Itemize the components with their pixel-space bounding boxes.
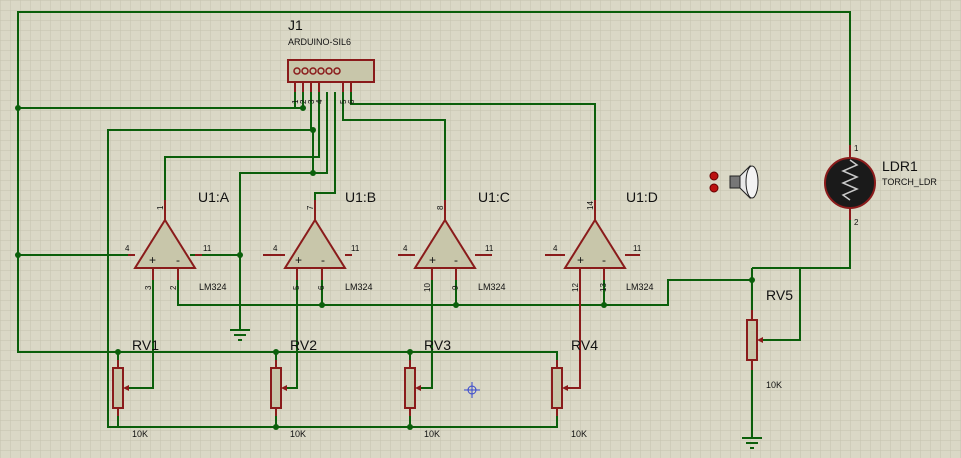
j1-pin-numbers: 1 2 3 4 5 6 — [291, 99, 356, 104]
ldr-ref: LDR1 — [882, 158, 918, 174]
pot-value: 10K — [132, 429, 148, 439]
pot-value: 10K — [290, 429, 306, 439]
minus-symbol: - — [602, 253, 606, 267]
schematic-canvas[interactable]: J1 ARDUINO-SIL6 1 2 3 4 5 6 + - U1:A LM3… — [0, 0, 961, 458]
opamp-value: LM324 — [345, 282, 373, 292]
pin-vcc: 4 — [403, 244, 408, 253]
opamp-value: LM324 — [478, 282, 506, 292]
pin-out: 7 — [306, 205, 315, 210]
pin-gnd: 11 — [203, 244, 212, 253]
pot-ref: RV5 — [766, 287, 793, 303]
pot-value: 10K — [766, 380, 782, 390]
pin-minus: 2 — [169, 285, 178, 290]
pin-out: 14 — [586, 201, 595, 210]
pin-out: 8 — [436, 205, 445, 210]
plus-symbol: + — [577, 253, 584, 267]
ldr-value: TORCH_LDR — [882, 177, 937, 187]
pin-plus: 5 — [292, 285, 301, 290]
j1-body — [287, 59, 375, 83]
pin-minus: 13 — [599, 283, 608, 292]
pin-gnd: 11 — [485, 244, 494, 253]
pot-value: 10K — [571, 429, 587, 439]
pin-vcc: 4 — [553, 244, 558, 253]
pin-plus: 12 — [571, 283, 580, 292]
pin-minus: 6 — [317, 285, 326, 290]
grid-background — [0, 0, 961, 458]
pin-plus: 3 — [144, 285, 153, 290]
j1-pin-6: 6 — [347, 99, 356, 104]
pin-minus: 9 — [451, 285, 460, 290]
opamp-ref: U1:B — [345, 189, 376, 205]
pin-out: 1 — [156, 205, 165, 210]
j1-value: ARDUINO-SIL6 — [288, 37, 351, 47]
pot-ref: RV2 — [290, 337, 317, 353]
plus-symbol: + — [295, 253, 302, 267]
minus-symbol: - — [321, 253, 325, 267]
pot-ref: RV4 — [571, 337, 598, 353]
opamp-ref: U1:C — [478, 189, 510, 205]
j1-pin-4: 4 — [315, 99, 324, 104]
opamp-value: LM324 — [626, 282, 654, 292]
pin-plus: 10 — [423, 283, 432, 292]
j1-ref: J1 — [288, 17, 303, 33]
minus-symbol: - — [176, 253, 180, 267]
opamp-ref: U1:A — [198, 189, 230, 205]
pot-ref: RV3 — [424, 337, 451, 353]
opamp-ref: U1:D — [626, 189, 658, 205]
pot-ref: RV1 — [132, 337, 159, 353]
pin-vcc: 4 — [273, 244, 278, 253]
ldr-pin1: 1 — [854, 144, 859, 153]
plus-symbol: + — [149, 253, 156, 267]
minus-symbol: - — [454, 253, 458, 267]
plus-symbol: + — [429, 253, 436, 267]
opamp-value: LM324 — [199, 282, 227, 292]
ldr-pin2: 2 — [854, 218, 859, 227]
pin-vcc: 4 — [125, 244, 130, 253]
pin-gnd: 11 — [351, 244, 360, 253]
pin-gnd: 11 — [633, 244, 642, 253]
pot-value: 10K — [424, 429, 440, 439]
